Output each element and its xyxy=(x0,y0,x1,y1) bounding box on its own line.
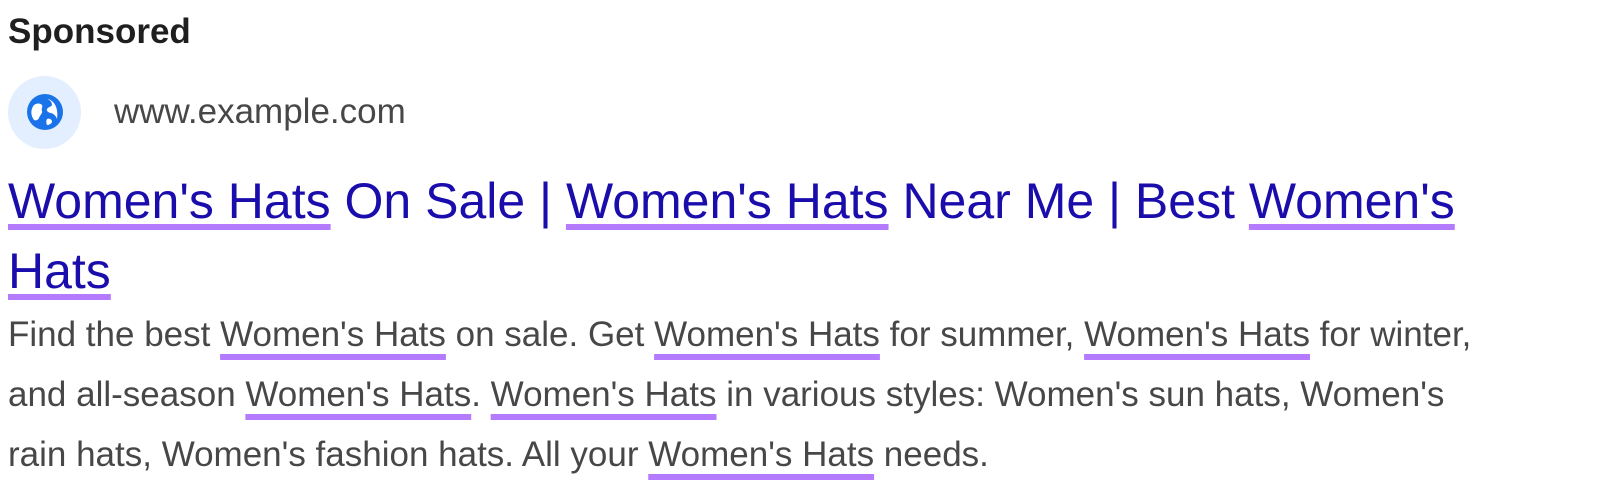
ad-headline[interactable]: Women's Hats On Sale | Women's Hats Near… xyxy=(8,166,1593,306)
display-url[interactable]: www.example.com xyxy=(114,92,406,132)
headline-keyword[interactable]: Hats xyxy=(8,243,111,299)
description-text: Find the best xyxy=(8,315,221,354)
description-text: . xyxy=(471,375,491,414)
headline-keyword[interactable]: Women's xyxy=(1249,173,1455,229)
headline-line: Hats xyxy=(8,236,1593,306)
description-text: for summer, xyxy=(879,315,1085,354)
headline-text[interactable]: Near Me | Best xyxy=(889,173,1249,229)
description-keyword: Women's Hats xyxy=(1084,315,1310,354)
headline-line: Women's Hats On Sale | Women's Hats Near… xyxy=(8,166,1593,236)
description-line: and all-season Women's Hats. Women's Hat… xyxy=(8,365,1598,425)
headline-keyword[interactable]: Women's Hats xyxy=(8,173,331,229)
description-keyword: Women's Hats xyxy=(220,315,446,354)
description-text: and all-season xyxy=(8,375,246,414)
description-keyword: Women's Hats xyxy=(245,375,472,414)
globe-icon xyxy=(26,94,63,130)
description-line: rain hats, Women's fashion hats. All you… xyxy=(8,425,1598,485)
description-text: needs. xyxy=(874,435,989,474)
description-text: in various styles: Women's sun hats, Wom… xyxy=(716,375,1445,414)
ad-site-row[interactable]: www.example.com xyxy=(8,75,406,149)
ad-description: Find the best Women's Hats on sale. Get … xyxy=(8,305,1598,485)
favicon xyxy=(8,75,81,149)
headline-keyword[interactable]: Women's Hats xyxy=(566,173,889,229)
description-keyword: Women's Hats xyxy=(648,435,875,474)
description-line: Find the best Women's Hats on sale. Get … xyxy=(8,305,1598,365)
headline-text[interactable]: On Sale | xyxy=(331,173,566,229)
description-text: for winter, xyxy=(1309,315,1472,354)
description-keyword: Women's Hats xyxy=(654,315,880,354)
sponsored-label: Sponsored xyxy=(8,12,191,51)
description-keyword: Women's Hats xyxy=(490,375,717,414)
description-text: on sale. Get xyxy=(445,315,655,354)
description-text: rain hats, Women's fashion hats. All you… xyxy=(8,435,649,474)
